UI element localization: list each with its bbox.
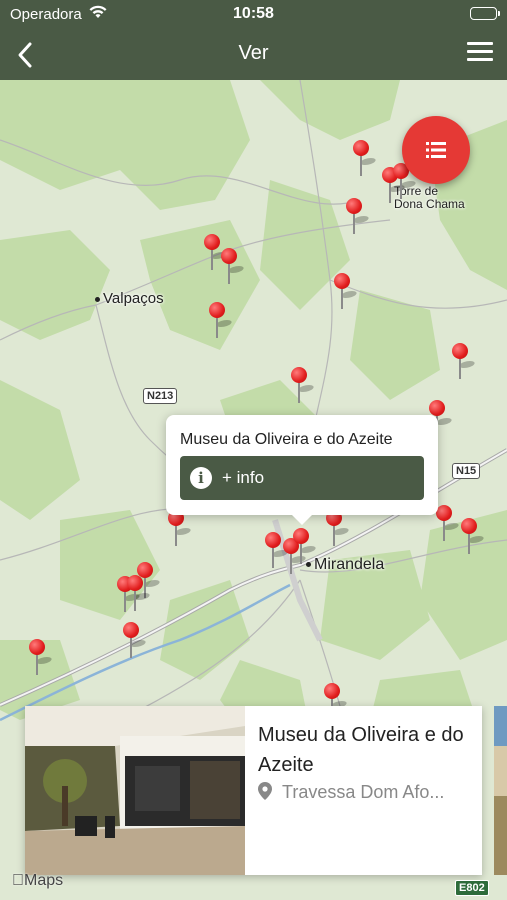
map-pin[interactable]: [460, 518, 486, 556]
place-title: Museu da Oliveira e do Azeite: [258, 724, 464, 776]
place-card[interactable]: Museu da Oliveira e do Azeite Travessa D…: [25, 706, 482, 875]
map-pin[interactable]: [167, 510, 193, 548]
callout-title: Museu da Oliveira e do Azeite: [180, 431, 393, 448]
attribution-text: Maps: [12, 872, 63, 889]
apple-logo-icon: : [12, 872, 24, 889]
place-address-text: Travessa Dom Afo...: [282, 782, 445, 802]
town-dot: [95, 296, 100, 302]
location-pin-icon: [258, 782, 272, 800]
map-pin-selected[interactable]: [292, 528, 318, 566]
town-name: Mirandela: [314, 556, 385, 573]
map-pin[interactable]: [345, 198, 371, 236]
map-pin[interactable]: [451, 343, 477, 381]
map-pin[interactable]: [333, 273, 359, 311]
page-title: Ver: [238, 42, 269, 64]
map-pin[interactable]: [264, 532, 290, 570]
map-pin[interactable]: [220, 248, 246, 286]
road-shield-n15: N15: [452, 463, 481, 479]
navigation-bar: Ver: [0, 30, 507, 80]
map-pin[interactable]: [126, 575, 152, 613]
clock: 10:58: [233, 5, 274, 22]
map-pin[interactable]: [352, 140, 378, 178]
place-photo: [25, 706, 245, 875]
place-address: Travessa Dom Afo...: [258, 782, 478, 803]
list-icon: [426, 141, 446, 159]
map-label-valpacos: Valpaços: [95, 290, 164, 307]
hamburger-icon[interactable]: [467, 42, 493, 68]
next-place-card[interactable]: [494, 706, 507, 875]
info-icon: i: [190, 467, 212, 489]
battery-icon: [470, 7, 500, 20]
town-name: Valpaços: [103, 290, 164, 307]
more-info-label: + info: [222, 468, 265, 487]
more-info-button[interactable]: i + info: [180, 456, 424, 500]
map-pin[interactable]: [203, 234, 229, 272]
map-pin[interactable]: [122, 622, 148, 660]
map-pin[interactable]: [28, 639, 54, 677]
map-label-mirandela: Mirandela: [306, 556, 384, 574]
map-pin[interactable]: [325, 510, 351, 548]
map-callout: Museu da Oliveira e do Azeite i + info: [166, 415, 438, 525]
list-view-button[interactable]: [402, 116, 470, 184]
map-pin[interactable]: [208, 302, 234, 340]
road-shield-e802: E802: [455, 880, 489, 896]
map-pin[interactable]: [290, 367, 316, 405]
map-pin[interactable]: [435, 505, 461, 543]
status-bar: Operadora 10:58: [0, 0, 507, 30]
maps-attribution[interactable]: Maps: [12, 872, 63, 890]
road-shield-n213: N213: [143, 388, 178, 404]
